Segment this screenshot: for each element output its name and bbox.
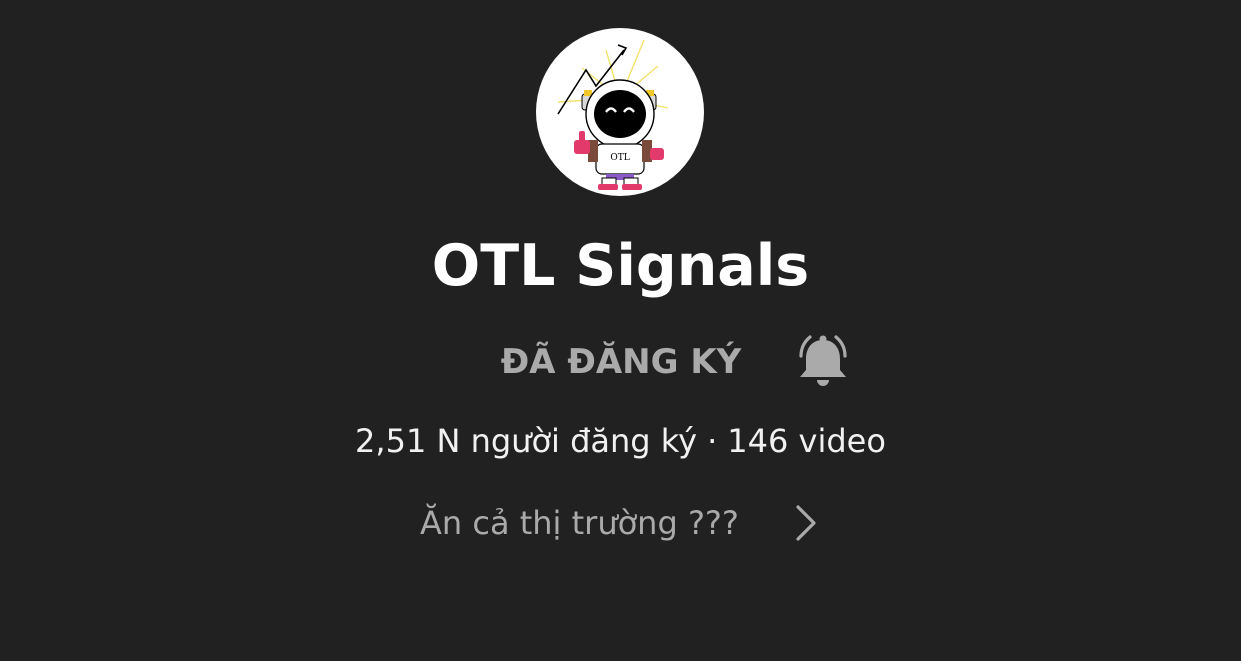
channel-header: OTL OTL Signals ĐÃ ĐĂNG KÝ 2,51 N người …	[0, 0, 1241, 661]
notification-bell-button[interactable]	[790, 330, 856, 394]
subscribed-button[interactable]: ĐÃ ĐĂNG KÝ	[480, 330, 762, 394]
bell-icon	[799, 335, 847, 386]
channel-avatar[interactable]: OTL	[536, 28, 704, 196]
channel-description-link[interactable]: Ăn cả thị trường ???	[400, 498, 841, 548]
chevron-right-icon	[792, 503, 822, 543]
stats-separator: ·	[707, 422, 718, 460]
subscribe-row: ĐÃ ĐĂNG KÝ	[0, 330, 1241, 394]
astronaut-avatar-icon: OTL	[557, 39, 669, 190]
subscriber-count: 2,51 N người đăng ký	[355, 422, 698, 460]
channel-description: Ăn cả thị trường ???	[420, 504, 739, 542]
svg-text:OTL: OTL	[610, 153, 629, 163]
channel-name: OTL Signals	[431, 233, 810, 299]
video-count: 146 video	[727, 422, 886, 460]
channel-stats: 2,51 N người đăng ký · 146 video	[0, 418, 1241, 464]
description-row: Ăn cả thị trường ???	[0, 498, 1241, 548]
